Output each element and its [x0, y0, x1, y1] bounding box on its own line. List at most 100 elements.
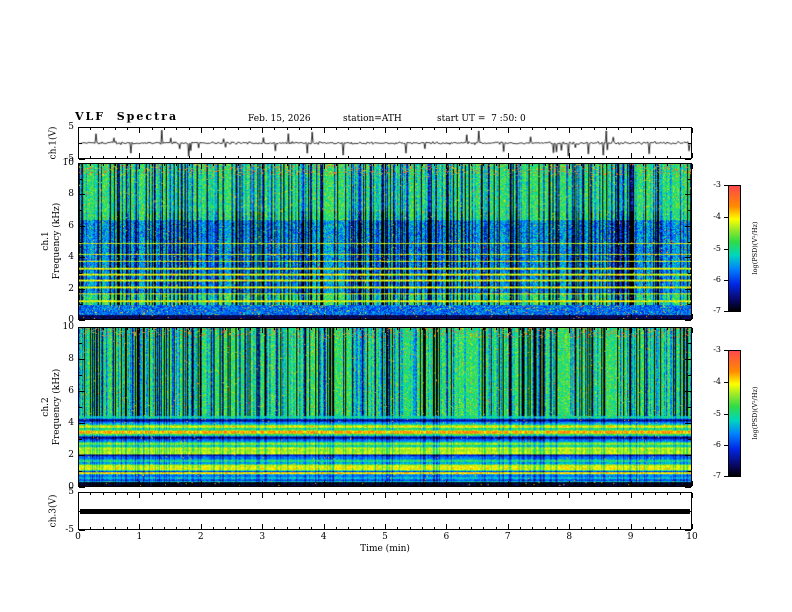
x-tick — [544, 317, 546, 319]
x-tick — [323, 493, 325, 498]
x-tick — [274, 493, 276, 495]
x-tick — [78, 493, 79, 498]
x-tick — [556, 156, 558, 158]
x-tick — [151, 156, 153, 158]
y-minor-tick — [79, 272, 82, 274]
x-tick — [409, 156, 411, 158]
x-tick — [262, 153, 264, 158]
x-tick — [409, 164, 411, 166]
x-tick — [151, 484, 153, 486]
x-tick — [692, 493, 693, 498]
x-tick — [569, 153, 571, 158]
x-tick-label: 8 — [566, 532, 573, 542]
x-tick — [372, 484, 374, 486]
x-tick — [655, 328, 657, 330]
y-minor-tick — [79, 471, 82, 472]
x-tick — [434, 164, 436, 166]
y-tick — [685, 530, 691, 531]
x-tick — [102, 156, 104, 158]
x-tick — [237, 156, 239, 158]
x-tick — [114, 328, 116, 330]
x-tick — [286, 317, 288, 319]
x-tick — [299, 493, 301, 495]
x-tick — [225, 164, 227, 166]
x-tick — [470, 328, 472, 330]
x-tick — [655, 493, 657, 495]
x-tick — [655, 527, 657, 529]
x-tick — [495, 156, 497, 158]
x-tick — [446, 164, 448, 169]
x-tick — [495, 493, 497, 495]
x-tick — [458, 317, 460, 319]
x-tick — [630, 128, 632, 133]
x-tick — [225, 317, 227, 319]
x-tick — [127, 317, 129, 319]
x-tick — [78, 481, 79, 486]
x-tick — [163, 317, 165, 319]
x-tick — [299, 328, 301, 330]
x-tick — [495, 484, 497, 486]
x-tick — [421, 128, 423, 130]
y-tick — [685, 492, 691, 493]
y-tick-label: 10 — [62, 158, 74, 168]
colorbar-tick-label: -4 — [713, 376, 721, 386]
x-tick — [569, 524, 571, 529]
x-tick — [446, 128, 448, 133]
x-tick — [667, 156, 669, 158]
y-minor-tick — [688, 288, 691, 290]
y-tick-label: 6 — [68, 386, 74, 396]
x-tick — [556, 328, 558, 330]
x-tick — [655, 484, 657, 486]
x-tick — [311, 164, 313, 166]
x-tick — [200, 153, 202, 158]
y-minor-tick — [688, 320, 691, 321]
x-tick — [642, 328, 644, 330]
x-tick — [163, 493, 165, 495]
x-tick — [679, 328, 681, 330]
x-tick — [569, 314, 571, 319]
ch1-spectrogram-panel — [78, 163, 692, 320]
x-tick — [544, 328, 546, 330]
x-tick — [397, 484, 399, 486]
x-tick — [127, 527, 129, 529]
x-tick — [520, 317, 522, 319]
x-tick — [593, 328, 595, 330]
x-tick — [655, 164, 657, 166]
x-tick — [348, 128, 350, 130]
ch2-spectrogram-panel — [78, 327, 692, 487]
figure-title: VLF Spectra — [75, 110, 179, 123]
y-minor-tick — [688, 304, 691, 306]
x-tick — [618, 128, 620, 130]
x-tick — [593, 527, 595, 529]
x-tick — [618, 164, 620, 166]
x-tick — [458, 156, 460, 158]
x-tick — [679, 164, 681, 166]
x-tick — [581, 484, 583, 486]
x-tick — [544, 527, 546, 529]
x-tick — [495, 128, 497, 130]
x-tick — [372, 493, 374, 495]
y-minor-tick — [688, 272, 691, 274]
x-tick — [102, 493, 104, 495]
colorbar-tick — [724, 350, 728, 351]
x-tick — [176, 328, 178, 330]
y-minor-tick — [79, 511, 82, 512]
x-tick — [213, 156, 215, 158]
x-tick — [163, 164, 165, 166]
x-tick — [102, 527, 104, 529]
x-tick — [569, 128, 571, 133]
x-tick — [434, 493, 436, 495]
x-tick — [188, 527, 190, 529]
x-tick-label: 6 — [443, 532, 450, 542]
colorbar-ch1-canvas — [729, 186, 740, 311]
x-tick — [311, 484, 313, 486]
x-tick — [421, 328, 423, 330]
x-tick — [655, 128, 657, 130]
x-tick — [249, 156, 251, 158]
x-tick — [642, 527, 644, 529]
x-tick — [213, 164, 215, 166]
x-tick — [139, 493, 141, 498]
x-tick — [225, 128, 227, 130]
x-tick — [655, 156, 657, 158]
x-tick — [200, 164, 202, 169]
